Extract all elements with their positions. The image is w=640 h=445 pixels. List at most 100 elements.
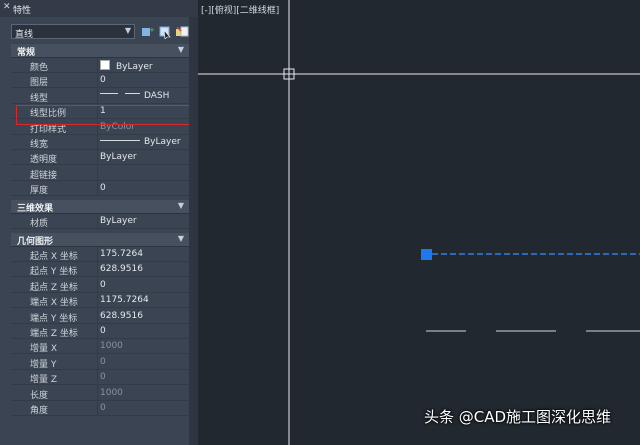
property-label: 图层 [30, 78, 49, 89]
column-divider [97, 385, 98, 401]
svg-text:+: + [149, 26, 155, 34]
property-row[interactable]: 角度 0 [11, 401, 189, 416]
property-value-text: 0 [100, 356, 106, 367]
column-divider [97, 88, 98, 104]
property-row[interactable]: 线宽 ByLayer [11, 135, 189, 150]
section-title: 常规 [17, 48, 36, 58]
property-row[interactable]: 端点 Z 坐标 0 [11, 324, 189, 339]
property-value: 175.7264 [100, 249, 143, 259]
column-divider [97, 354, 98, 370]
property-value: 0 [100, 183, 106, 193]
property-label: 线型 [30, 93, 49, 104]
property-row[interactable]: 起点 X 坐标 175.7264 [11, 247, 189, 262]
section-header[interactable]: 三维效果 ▼ [11, 200, 189, 214]
column-divider [97, 339, 98, 355]
object-type-select[interactable]: 直线 ▼ [11, 24, 135, 40]
property-value-text: ByLayer [100, 152, 137, 163]
property-row[interactable]: 超链接 [11, 165, 189, 181]
viewport-label[interactable]: [-][俯视][二维线框] [201, 3, 279, 16]
select-objects-icon[interactable] [158, 25, 172, 39]
property-value-text: 1000 [100, 341, 123, 352]
chevron-down-icon: ▼ [177, 45, 184, 54]
property-label: 端点 X 坐标 [30, 298, 78, 309]
property-row[interactable]: 图层 0 [11, 73, 189, 89]
linetype-preview [100, 90, 140, 97]
properties-panel: ✕ 特性 直线 ▼ + 常规 ▼ 颜色 ByLayer 图层 0 线型 DASH 线型比例 1 打印… [0, 0, 201, 445]
column-divider [97, 324, 98, 339]
property-value-text: 0 [100, 372, 106, 383]
column-divider [97, 150, 98, 166]
property-label: 增量 X [30, 344, 58, 355]
property-label: 端点 Y 坐标 [30, 313, 78, 324]
grip-start-point[interactable] [421, 249, 432, 260]
property-row[interactable]: 端点 X 坐标 1175.7264 [11, 293, 189, 309]
drawing-area[interactable] [198, 0, 640, 445]
property-label: 颜色 [30, 63, 49, 73]
property-value-text: ByLayer [116, 62, 153, 72]
property-label: 透明度 [30, 155, 58, 166]
property-value: 0 [100, 372, 106, 382]
property-row[interactable]: 增量 Z 0 [11, 370, 189, 386]
object-type-value: 直线 [15, 30, 34, 40]
column-divider [97, 262, 98, 278]
property-row[interactable]: 起点 Z 坐标 0 [11, 277, 189, 293]
property-value: ByLayer [100, 216, 137, 226]
property-label: 材质 [30, 219, 49, 229]
property-label: 起点 Z 坐标 [30, 282, 78, 293]
toggle-pickadd-icon[interactable]: + [141, 25, 155, 39]
property-value-text: 0 [100, 75, 106, 86]
property-value: 0 [100, 326, 106, 336]
drawing-canvas[interactable] [198, 0, 640, 445]
section-title: 三维效果 [17, 204, 54, 214]
color-swatch [100, 60, 110, 70]
property-row[interactable]: 透明度 ByLayer [11, 150, 189, 166]
property-value-text: 628.9516 [100, 310, 143, 321]
property-value: ByLayer [100, 137, 181, 147]
property-label: 增量 Z [30, 375, 58, 386]
panel-titlebar: ✕ 特性 [0, 0, 198, 17]
property-value: 0 [100, 280, 106, 290]
property-row[interactable]: 厚度 0 [11, 181, 189, 197]
property-row[interactable]: 起点 Y 坐标 628.9516 [11, 262, 189, 278]
property-label: 角度 [30, 406, 49, 416]
property-row[interactable]: 材质 ByLayer [11, 214, 189, 229]
property-row[interactable]: 端点 Y 坐标 628.9516 [11, 308, 189, 324]
property-row[interactable]: 长度 1000 [11, 385, 189, 401]
quick-select-icon[interactable] [175, 25, 189, 39]
property-row[interactable]: 颜色 ByLayer [11, 58, 189, 73]
property-row[interactable]: 增量 Y 0 [11, 354, 189, 370]
watermark: 头条 @CAD施工图深化思维 [424, 408, 612, 426]
property-value-text: 0 [100, 183, 106, 194]
property-value-text: 628.9516 [100, 264, 143, 275]
property-label: 厚度 [30, 186, 49, 197]
lineweight-preview [100, 140, 140, 141]
property-label: 长度 [30, 390, 49, 401]
close-icon[interactable]: ✕ [3, 2, 11, 12]
property-value-text: 1175.7264 [100, 295, 149, 306]
column-divider [97, 73, 98, 89]
property-label: 端点 Z 坐标 [30, 329, 78, 339]
column-divider [97, 181, 98, 197]
column-divider [97, 214, 98, 229]
property-value-text: DASH [144, 90, 170, 101]
property-value: ByLayer [100, 152, 137, 162]
property-row[interactable]: 线型 DASH [11, 88, 189, 104]
panel-scrollbar[interactable] [189, 17, 198, 445]
property-value-text: 0 [100, 326, 106, 336]
chevron-down-icon: ▼ [177, 201, 184, 210]
panel-title: 特性 [13, 6, 32, 16]
column-divider [97, 293, 98, 309]
property-value: 628.9516 [100, 311, 143, 321]
section-header[interactable]: 常规 ▼ [11, 44, 189, 58]
property-value: 1000 [100, 388, 123, 398]
column-divider [97, 401, 98, 416]
property-value: 1175.7264 [100, 295, 149, 305]
column-divider [97, 165, 98, 181]
property-label: 超链接 [30, 170, 58, 181]
column-divider [97, 135, 98, 150]
property-row[interactable]: 增量 X 1000 [11, 339, 189, 355]
section-title: 几何图形 [17, 237, 54, 247]
section-header[interactable]: 几何图形 ▼ [11, 233, 189, 247]
property-value: 0 [100, 403, 106, 413]
property-value-text: 0 [100, 403, 106, 413]
